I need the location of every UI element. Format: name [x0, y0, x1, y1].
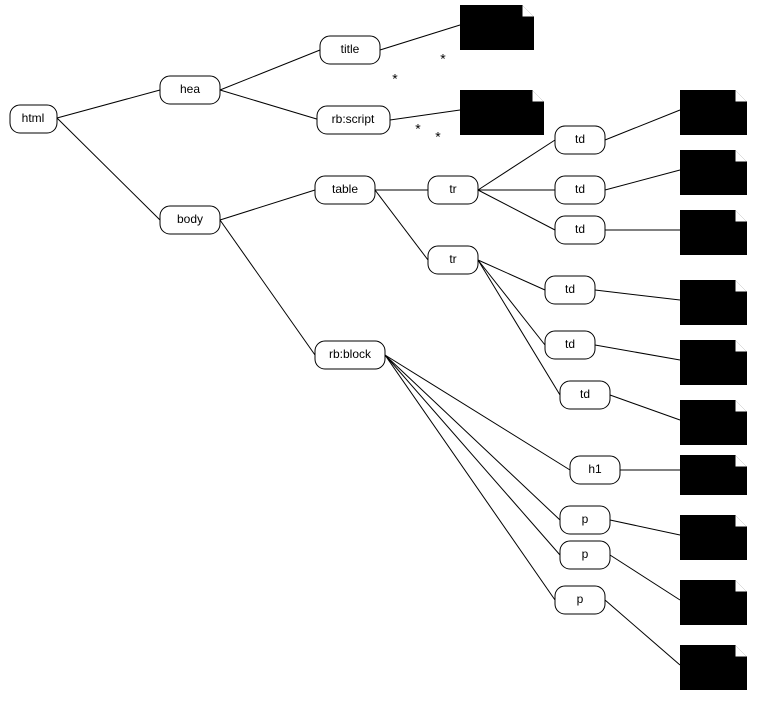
- svg-text:p: p: [577, 592, 584, 606]
- leaf-cell-5: cell text: [680, 340, 747, 385]
- leaf-cell-4: cell text: [680, 280, 747, 325]
- svg-text:rb:rb:eval: rb:rb:eval: [686, 466, 732, 478]
- node-table: table: [315, 176, 375, 204]
- node-td-5: td: [545, 331, 595, 359]
- svg-text:cell text: cell text: [686, 291, 723, 303]
- leaf-cell-9: cell text: [680, 645, 747, 690]
- svg-text:cell text: cell text: [686, 161, 723, 173]
- leaf-cell-6: cell text: [680, 400, 747, 445]
- node-body: body: [160, 206, 220, 234]
- node-td-1: td: [555, 126, 605, 154]
- svg-text:Java script: Java script: [466, 101, 519, 113]
- svg-text:cell text: cell text: [686, 351, 723, 363]
- leaf-cell-3: cell text: [680, 210, 747, 255]
- svg-text:table: table: [332, 182, 358, 196]
- svg-text:cell text: cell text: [686, 591, 723, 603]
- leaf-javascript: Java script: [460, 90, 544, 135]
- leaf-cell-7: cell text: [680, 515, 747, 560]
- leaf-rb-eval: rb:rb:eval: [680, 455, 747, 495]
- node-rbscript: rb:script: [317, 106, 390, 134]
- node-p-2: p: [560, 541, 610, 569]
- node-tr-2: tr: [428, 246, 478, 274]
- svg-text:td: td: [565, 337, 575, 351]
- tree-diagram: * * * * html hea body title rb:script ta…: [0, 0, 763, 707]
- svg-text:title: title: [341, 42, 360, 56]
- node-title: title: [320, 36, 380, 64]
- leaf-cell-1: cell text: [680, 90, 747, 135]
- svg-text:p: p: [582, 512, 589, 526]
- svg-text:html: html: [22, 111, 45, 125]
- svg-text:td: td: [580, 387, 590, 401]
- node-td-4: td: [545, 276, 595, 304]
- star-3: *: [415, 121, 421, 137]
- leaf-text-title: Text Title: [460, 5, 534, 50]
- svg-text:cell text: cell text: [686, 656, 723, 668]
- svg-text:cell text: cell text: [686, 221, 723, 233]
- svg-text:rb:block: rb:block: [329, 347, 372, 361]
- svg-text:h1: h1: [588, 462, 602, 476]
- node-h1: h1: [570, 456, 620, 484]
- star-1: *: [440, 51, 446, 67]
- svg-text:td: td: [575, 132, 585, 146]
- node-tr-1: tr: [428, 176, 478, 204]
- leaf-cell-2: cell text: [680, 150, 747, 195]
- svg-text:body: body: [177, 212, 203, 226]
- svg-text:hea: hea: [180, 82, 200, 96]
- svg-text:td: td: [575, 182, 585, 196]
- node-hea: hea: [160, 76, 220, 104]
- svg-text:cell text: cell text: [686, 411, 723, 423]
- svg-text:td: td: [575, 222, 585, 236]
- svg-text:tr: tr: [449, 182, 456, 196]
- svg-text:cell text: cell text: [686, 101, 723, 113]
- svg-text:p: p: [582, 547, 589, 561]
- svg-text:tr: tr: [449, 252, 456, 266]
- leaf-cell-8: cell text: [680, 580, 747, 625]
- star-4: *: [435, 129, 441, 145]
- node-td-6: td: [560, 381, 610, 409]
- node-td-2: td: [555, 176, 605, 204]
- svg-text:rb:script: rb:script: [332, 112, 375, 126]
- node-p-3: p: [555, 586, 605, 614]
- node-html: html: [10, 105, 57, 133]
- node-rbblock: rb:block: [315, 341, 385, 369]
- svg-text:td: td: [565, 282, 575, 296]
- svg-text:Text Title: Text Title: [466, 16, 509, 28]
- star-2: *: [392, 71, 398, 87]
- node-td-3: td: [555, 216, 605, 244]
- node-p-1: p: [560, 506, 610, 534]
- svg-text:cell text: cell text: [686, 526, 723, 538]
